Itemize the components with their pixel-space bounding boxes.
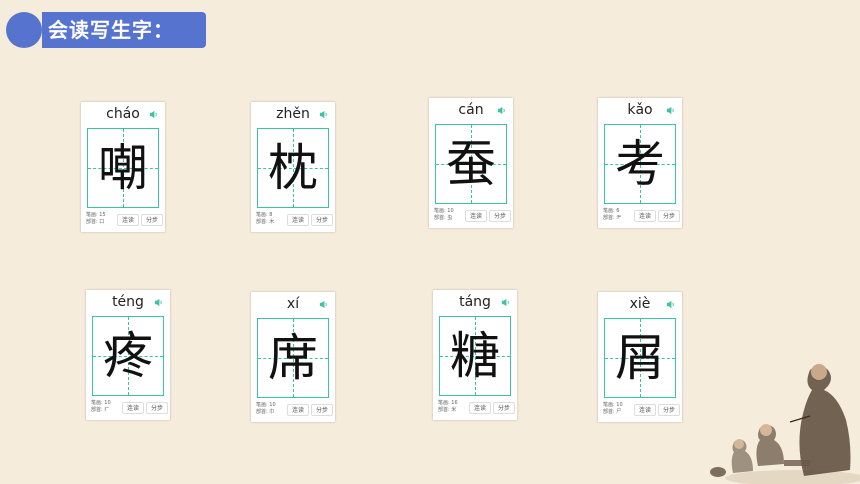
fenbu-button[interactable]: 分步 [493,402,516,414]
character-card[interactable]: táng 糖 笔画: 16 部首: 米 连读 分步 [433,290,517,420]
character-card[interactable]: xiè 屑 笔画: 10 部首: 尸 连读 分步 [598,292,682,422]
stroke-info: 笔画: 15 部首: 口 [86,212,106,225]
hanzi-character: 枕 [268,139,318,197]
stroke-info: 笔画: 10 部首: 尸 [603,402,623,415]
hanzi-character: 嘲 [98,139,148,197]
hanzi-character: 疼 [103,327,153,385]
speaker-icon[interactable] [319,110,328,119]
speaker-icon[interactable] [319,300,328,309]
tian-grid: 席 [257,318,329,398]
speaker-icon[interactable] [497,106,506,115]
fenbu-button[interactable]: 分步 [146,402,169,414]
stroke-info: 笔画: 10 部首: 疒 [91,400,111,413]
fenbu-button[interactable]: 分步 [489,210,512,222]
tian-grid: 蚕 [435,124,507,204]
stroke-info: 笔画: 8 部首: 木 [256,212,275,225]
page-title: 会读写生字： [42,12,206,48]
fenbu-button[interactable]: 分步 [311,214,334,226]
lianxie-button[interactable]: 连读 [634,210,657,222]
lianxie-button[interactable]: 连读 [122,402,145,414]
stroke-info: 笔画: 6 部首: 耂 [603,208,622,221]
tian-grid: 糖 [439,316,511,396]
hanzi-character: 考 [615,135,665,193]
tian-grid: 嘲 [87,128,159,208]
hanzi-character: 席 [268,329,318,387]
teacher-students-illustration [710,364,860,484]
stroke-info: 笔画: 10 部首: 巾 [256,402,276,415]
character-card[interactable]: cán 蚕 笔画: 10 部首: 虫 连读 分步 [429,98,513,228]
lianxie-button[interactable]: 连读 [117,214,140,226]
tian-grid: 枕 [257,128,329,208]
speaker-icon[interactable] [666,300,675,309]
hanzi-character: 蚕 [446,135,496,193]
lianxie-button[interactable]: 连读 [287,214,310,226]
character-card[interactable]: kǎo 考 笔画: 6 部首: 耂 连读 分步 [598,98,682,228]
lianxie-button[interactable]: 连读 [465,210,488,222]
character-card[interactable]: téng 疼 笔画: 10 部首: 疒 连读 分步 [86,290,170,420]
hanzi-character: 糖 [450,327,500,385]
tian-grid: 疼 [92,316,164,396]
lianxie-button[interactable]: 连读 [287,404,310,416]
fenbu-button[interactable]: 分步 [311,404,334,416]
character-card[interactable]: zhěn 枕 笔画: 8 部首: 木 连读 分步 [251,102,335,232]
title-circle [6,12,42,48]
lianxie-button[interactable]: 连读 [469,402,492,414]
speaker-icon[interactable] [149,110,158,119]
hanzi-character: 屑 [615,329,665,387]
fenbu-button[interactable]: 分步 [658,210,681,222]
character-card[interactable]: xí 席 笔画: 10 部首: 巾 连读 分步 [251,292,335,422]
lianxie-button[interactable]: 连读 [634,404,657,416]
character-card[interactable]: cháo 嘲 笔画: 15 部首: 口 连读 分步 [81,102,165,232]
speaker-icon[interactable] [501,298,510,307]
stroke-info: 笔画: 16 部首: 米 [438,400,458,413]
speaker-icon[interactable] [154,298,163,307]
tian-grid: 考 [604,124,676,204]
fenbu-button[interactable]: 分步 [141,214,164,226]
tian-grid: 屑 [604,318,676,398]
speaker-icon[interactable] [666,106,675,115]
fenbu-button[interactable]: 分步 [658,404,681,416]
stroke-info: 笔画: 10 部首: 虫 [434,208,454,221]
